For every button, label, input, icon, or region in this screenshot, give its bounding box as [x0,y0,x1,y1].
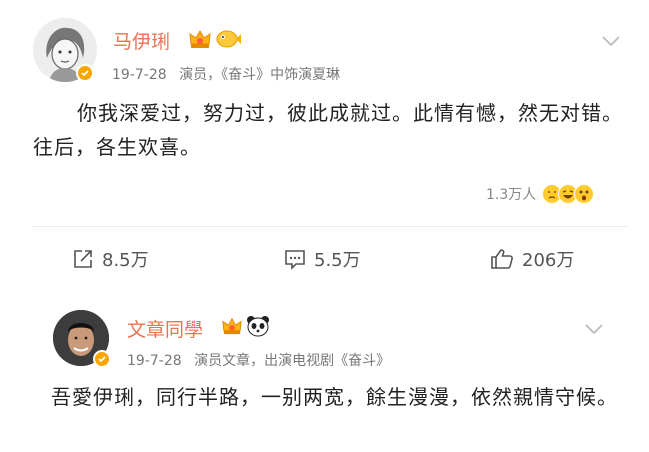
post-meta-post2: 19-7-28 演员文章，出演电视剧《奋斗》 [127,350,398,370]
post-body-post2: 吾愛伊琍，同行半路，一别两宽，餘生漫漫，依然親情守候。 [51,385,618,409]
share-count: 8.5万 [102,250,149,271]
verified-icon [93,350,111,368]
author-name-text[interactable]: 文章同學 [127,319,203,341]
crown-badge-icon [221,316,243,340]
share-button[interactable]: 8.5万 [72,246,149,272]
fish-badge-icon [215,28,241,54]
divider [33,226,629,227]
panda-badge-icon [246,315,270,341]
post-meta-post1: 19-7-28 演员，《奋斗》中饰演夏琳 [112,64,348,84]
author-name-post1[interactable]: 马伊琍 [113,27,170,54]
post-body-post1: 你我深爱过，努力过，彼此成就过。此情有憾，然无对错。往后，各生欢喜。 [33,101,623,159]
like-button[interactable]: 206万 [490,246,574,272]
share-icon [74,250,92,268]
chevron-down-icon[interactable] [602,32,620,51]
thumbs-up-icon [491,249,513,269]
post-source: 演员文章，出演电视剧《奋斗》 [194,353,391,369]
reaction-count: 1.3万人 [486,187,537,203]
like-count: 206万 [522,250,575,271]
verified-icon [76,64,94,82]
reaction-summary[interactable]: 1.3万人 [486,184,595,204]
post-source: 演员，《奋斗》中饰演夏琳 [179,67,341,83]
surprised-face-emoji-icon [574,184,595,204]
post-date[interactable]: 19-7-28 [112,67,167,83]
author-name-text[interactable]: 马伊琍 [113,31,170,53]
comment-button[interactable]: 5.5万 [284,246,361,272]
crown-badge-icon [188,28,212,54]
comment-icon [285,250,305,270]
comment-count: 5.5万 [314,250,361,271]
author-name-post2[interactable]: 文章同學 [127,315,203,342]
chevron-down-icon[interactable] [585,320,603,339]
post-date[interactable]: 19-7-28 [127,353,182,369]
